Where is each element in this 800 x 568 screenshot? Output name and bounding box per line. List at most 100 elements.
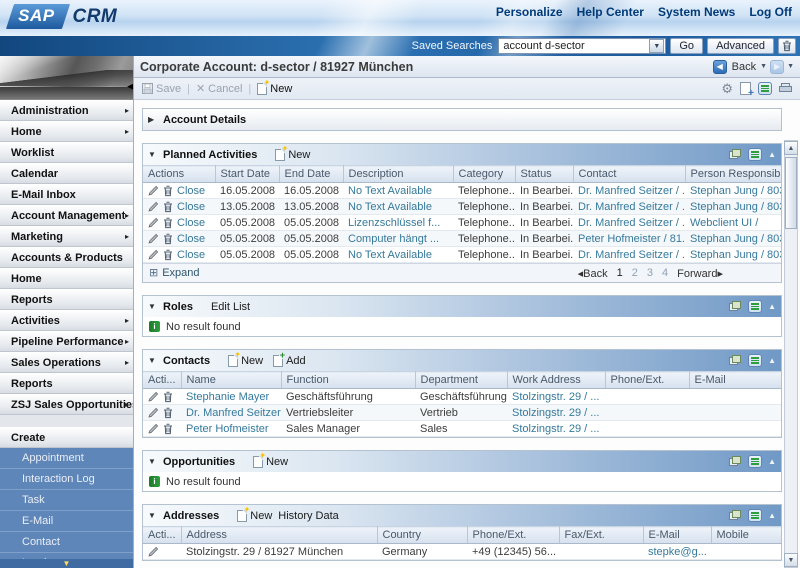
delete-search-button[interactable] <box>778 38 796 54</box>
sidebar-item-home-2[interactable]: Home <box>0 268 133 289</box>
expand-triangle-icon[interactable]: ▶ <box>148 115 157 124</box>
close-link[interactable]: Close <box>177 185 205 197</box>
sidebar-item-reports-2[interactable]: Reports <box>0 373 133 394</box>
link-personalize[interactable]: Personalize <box>496 5 563 19</box>
close-link[interactable]: Close <box>177 201 205 213</box>
saved-search-input[interactable] <box>499 40 649 52</box>
col-status[interactable]: Status <box>515 166 573 183</box>
contact-name-link[interactable]: Dr. Manfred Seitzer <box>186 407 281 419</box>
collapse-panel-icon[interactable]: ▲ <box>768 356 776 365</box>
contact-link[interactable]: Dr. Manfred Seitzer / ... <box>578 217 685 229</box>
contact-name-link[interactable]: Stephanie Mayer <box>186 391 269 403</box>
col-fax[interactable]: Fax/Ext. <box>559 527 643 544</box>
contact-link[interactable]: Dr. Manfred Seitzer / ... <box>578 201 685 213</box>
work-address-link[interactable]: Stolzingstr. 29 / ... <box>512 391 599 403</box>
page-3[interactable]: 3 <box>647 267 653 279</box>
edit-pencil-icon[interactable] <box>148 185 159 196</box>
back-icon[interactable]: ◀ <box>713 60 727 74</box>
description-link[interactable]: Computer hängt ... <box>348 233 439 245</box>
scroll-up-arrow[interactable]: ▲ <box>784 141 798 155</box>
col-description[interactable]: Description <box>343 166 453 183</box>
export-icon[interactable] <box>729 355 742 366</box>
sidebar-item-activities[interactable]: Activities▸ <box>0 310 133 331</box>
sidebar-item-account-management[interactable]: Account Management▸ <box>0 205 133 226</box>
contacts-add-button[interactable]: Add <box>273 355 306 367</box>
contacts-new-button[interactable]: New <box>228 355 263 367</box>
contact-name-link[interactable]: Peter Hofmeister <box>186 423 269 435</box>
advanced-button[interactable]: Advanced <box>707 38 774 54</box>
close-link[interactable]: Close <box>177 249 205 261</box>
groupware-list-icon[interactable] <box>748 509 762 522</box>
work-address-link[interactable]: Stolzingstr. 29 / ... <box>512 407 599 419</box>
col-mobile[interactable]: Mobile <box>711 527 781 544</box>
close-link[interactable]: Close <box>177 217 205 229</box>
forward-icon[interactable]: ▶ <box>770 60 784 74</box>
account-details-header[interactable]: ▶ Account Details <box>143 109 781 130</box>
back-label[interactable]: Back <box>732 61 756 73</box>
col-work-address[interactable]: Work Address <box>507 372 605 389</box>
description-link[interactable]: No Text Available <box>348 249 432 261</box>
trash-icon[interactable] <box>163 249 173 261</box>
sidebar-item-home[interactable]: Home▸ <box>0 121 133 142</box>
responsible-link[interactable]: Stephan Jung / 803... <box>690 233 781 245</box>
col-email[interactable]: E-Mail <box>689 372 781 389</box>
create-item-task[interactable]: Task <box>0 490 133 511</box>
description-link[interactable]: Lizenzschlüssel f... <box>348 217 440 229</box>
scrollbar-thumb[interactable] <box>785 157 797 229</box>
description-link[interactable]: No Text Available <box>348 201 432 213</box>
groupware-list-icon[interactable] <box>748 148 762 161</box>
sidebar-item-email-inbox[interactable]: E-Mail Inbox <box>0 184 133 205</box>
link-help-center[interactable]: Help Center <box>577 5 644 19</box>
col-actions[interactable]: Actions <box>143 166 215 183</box>
collapse-panel-icon[interactable]: ▲ <box>768 457 776 466</box>
chevron-down-icon[interactable]: ▼ <box>649 39 664 53</box>
create-item-interaction-log[interactable]: Interaction Log <box>0 469 133 490</box>
edit-pencil-icon[interactable] <box>148 423 159 434</box>
contact-link[interactable]: Dr. Manfred Seitzer / ... <box>578 249 685 261</box>
sidebar-item-calendar[interactable]: Calendar <box>0 163 133 184</box>
vertical-scrollbar[interactable]: ▲ ▼ <box>784 140 798 568</box>
create-item-contact[interactable]: Contact <box>0 532 133 553</box>
trash-icon[interactable] <box>163 391 173 403</box>
email-link[interactable]: stepke@g... <box>648 546 707 558</box>
col-department[interactable]: Department <box>415 372 507 389</box>
col-address[interactable]: Address <box>181 527 377 544</box>
col-phone[interactable]: Phone/Ext. <box>467 527 559 544</box>
trash-icon[interactable] <box>163 423 173 435</box>
trash-icon[interactable] <box>163 233 173 245</box>
create-item-appointment[interactable]: Appointment <box>0 448 133 469</box>
sidebar-item-marketing[interactable]: Marketing▸ <box>0 226 133 247</box>
edit-pencil-icon[interactable] <box>148 249 159 260</box>
col-category[interactable]: Category <box>453 166 515 183</box>
gear-icon[interactable]: ⚙ <box>721 82 733 95</box>
col-actions[interactable]: Acti... <box>143 372 181 389</box>
groupware-list-icon[interactable] <box>748 455 762 468</box>
col-email[interactable]: E-Mail <box>643 527 711 544</box>
back-caret-icon[interactable]: ▼ <box>760 63 767 70</box>
page-2[interactable]: 2 <box>632 267 638 279</box>
contact-link[interactable]: Peter Hofmeister / 81... <box>578 233 685 245</box>
save-button[interactable]: Save <box>142 83 181 95</box>
export-icon[interactable] <box>729 456 742 467</box>
collapse-panel-icon[interactable]: ▲ <box>768 511 776 520</box>
col-start-date[interactable]: Start Date <box>215 166 279 183</box>
edit-pencil-icon[interactable] <box>148 233 159 244</box>
groupware-list-icon[interactable] <box>748 300 762 313</box>
page-back-button[interactable]: ◂Back <box>578 267 608 280</box>
collapse-panel-icon[interactable]: ▲ <box>768 302 776 311</box>
trash-icon[interactable] <box>163 217 173 229</box>
sidebar-item-sales-operations[interactable]: Sales Operations▸ <box>0 352 133 373</box>
description-link[interactable]: No Text Available <box>348 185 432 197</box>
collapse-triangle-icon[interactable]: ▼ <box>148 150 157 159</box>
expand-button[interactable]: ⊞Expand <box>149 267 200 279</box>
trash-icon[interactable] <box>163 185 173 197</box>
history-data-button[interactable]: History Data <box>278 510 339 522</box>
responsible-link[interactable]: Webclient UI / <box>690 217 758 229</box>
collapse-triangle-icon[interactable]: ▼ <box>148 511 157 520</box>
col-actions[interactable]: Acti... <box>143 527 181 544</box>
link-system-news[interactable]: System News <box>658 5 735 19</box>
cancel-button[interactable]: ✕ Cancel <box>196 82 242 95</box>
personalize-page-icon[interactable] <box>740 82 751 95</box>
work-address-link[interactable]: Stolzingstr. 29 / ... <box>512 423 599 435</box>
sidebar-scroll-down[interactable]: ▼ <box>0 559 133 568</box>
